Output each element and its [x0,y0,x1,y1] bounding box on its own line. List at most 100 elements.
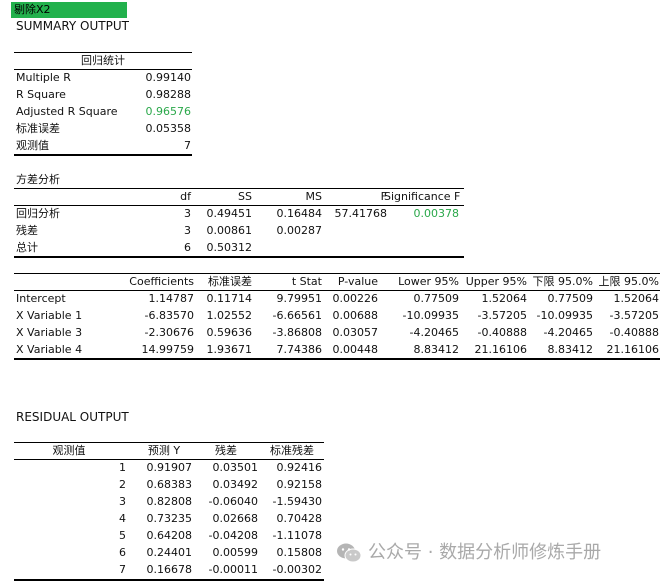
coef-row-label: X Variable 1 [16,309,83,322]
residual-obs: 5 [119,529,126,542]
coef-header: 下限 95.0% [532,275,593,288]
anova-row-label: 总计 [16,241,38,254]
anova-ss: 0.50312 [206,241,253,254]
anova-df: 6 [184,241,191,254]
stat-label: 观测值 [16,139,49,152]
anova-header: F [380,190,387,203]
residual-header: 标准残差 [270,444,314,457]
coef-header: 标准误差 [208,275,252,288]
coef-cell: -10.09935 [402,309,459,322]
coef-cell: 7.74386 [276,343,323,356]
residual-cell: 0.92158 [276,478,323,491]
coef-cell: 1.52064 [481,292,528,305]
coef-header: Lower 95% [398,275,459,288]
residual-header: 残差 [215,444,237,457]
coef-header: t Stat [291,275,322,288]
coef-cell: -3.57205 [477,309,527,322]
coef-cell: -6.83570 [144,309,194,322]
residual-cell: 0.03492 [212,478,259,491]
anova-ss: 0.49451 [206,207,253,220]
residual-title: RESIDUAL OUTPUT [16,410,129,424]
stat-value-adjusted: 0.96576 [145,105,192,118]
summary-title: SUMMARY OUTPUT [16,19,129,33]
coef-cell: -6.66561 [272,309,322,322]
coef-cell: -3.57205 [609,309,659,322]
coef-cell: -4.20465 [409,326,459,339]
anova-row-label: 残差 [16,224,38,237]
coef-cell: 8.83412 [413,343,460,356]
residual-cell: 0.00599 [212,546,259,559]
coef-cell: -4.20465 [543,326,593,339]
coef-header: P-value [337,275,378,288]
residual-cell: 0.16678 [146,563,193,576]
residual-obs: 7 [119,563,126,576]
wechat-icon [337,543,362,563]
anova-title: 方差分析 [16,173,60,186]
anova-header: SS [238,190,252,203]
anova-header: df [180,190,191,203]
stat-value: 0.05358 [145,122,192,135]
coef-row-label: X Variable 3 [16,326,83,339]
coef-cell: 1.02552 [206,309,253,322]
stat-label: Adjusted R Square [16,105,118,118]
residual-cell: 0.92416 [276,461,323,474]
anova-header: MS [305,190,322,203]
residual-obs: 4 [119,512,126,525]
regression-stats-header: 回归统计 [81,54,125,67]
stat-label: Multiple R [16,71,71,84]
anova-ss: 0.00861 [206,224,253,237]
coef-cell: 9.79951 [276,292,323,305]
residual-cell: 0.70428 [276,512,323,525]
residual-cell: 0.15808 [276,546,323,559]
coef-cell: 0.03057 [332,326,379,339]
residual-cell: -1.11078 [272,529,322,542]
coef-cell: -10.09935 [536,309,593,322]
anova-df: 3 [184,207,191,220]
anova-ms: 0.16484 [276,207,323,220]
coef-cell: 0.77509 [547,292,594,305]
coef-cell: -0.40888 [609,326,659,339]
coef-header: Upper 95% [465,275,527,288]
stat-label: R Square [16,88,66,101]
residual-cell: 0.91907 [146,461,193,474]
coef-cell: 8.83412 [547,343,594,356]
stat-value: 7 [184,139,191,152]
anova-header: Significance F [384,190,461,203]
coef-cell: -0.40888 [477,326,527,339]
residual-cell: 0.24401 [146,546,193,559]
residual-cell: 0.73235 [146,512,193,525]
coef-cell: 21.16106 [474,343,528,356]
coef-cell: 1.52064 [613,292,660,305]
coef-row-label: X Variable 4 [16,343,83,356]
residual-obs: 6 [119,546,126,559]
coef-cell: 14.99759 [141,343,195,356]
residual-cell: 0.64208 [146,529,193,542]
anova-df: 3 [184,224,191,237]
sheet-tab[interactable]: 剔除X2 [11,2,127,18]
residual-cell: -0.00302 [272,563,322,576]
residual-cell: -1.59430 [272,495,322,508]
residual-cell: 0.02668 [212,512,259,525]
coef-cell: 0.00226 [332,292,379,305]
stat-label: 标准误差 [16,122,60,135]
residual-cell: 0.82808 [146,495,193,508]
residual-obs: 2 [119,478,126,491]
coef-cell: 0.00688 [332,309,379,322]
residual-cell: -0.04208 [208,529,258,542]
coef-cell: -3.86808 [272,326,322,339]
coef-cell: 0.00448 [332,343,379,356]
anova-sig: 0.00378 [413,207,460,220]
residual-cell: 0.03501 [212,461,259,474]
coef-cell: 1.14787 [148,292,195,305]
residual-obs: 1 [119,461,126,474]
stat-value: 0.98288 [145,88,192,101]
residual-cell: 0.68383 [146,478,193,491]
residual-cell: -0.06040 [208,495,258,508]
coef-cell: 0.11714 [206,292,253,305]
coef-cell: 0.59636 [206,326,253,339]
anova-row-label: 回归分析 [16,207,60,220]
coef-cell: 21.16106 [606,343,660,356]
stat-value: 0.99140 [145,71,192,84]
residual-header: 预测 Y [147,444,181,457]
coef-header: 上限 95.0% [598,275,659,288]
